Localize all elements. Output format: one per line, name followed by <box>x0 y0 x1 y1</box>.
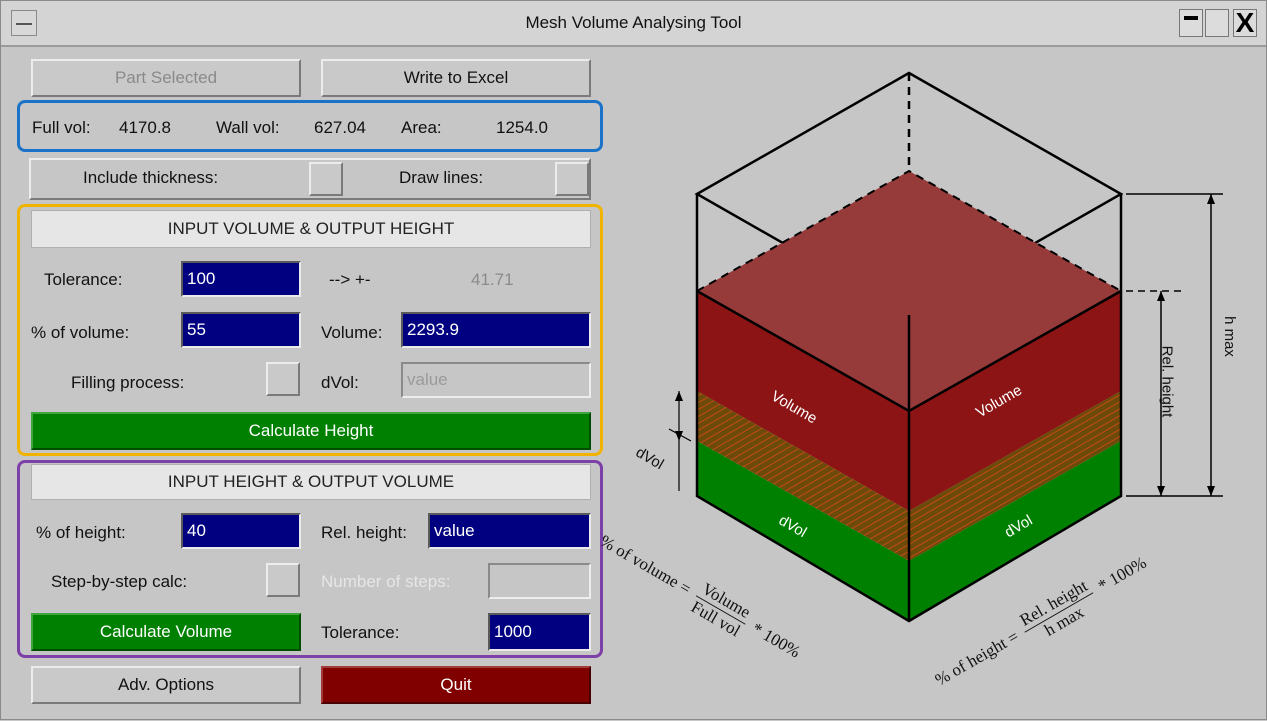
include-thickness-label: Include thickness: <box>83 168 219 187</box>
part-selected-button[interactable]: Part Selected <box>31 59 301 97</box>
adv-options-button[interactable]: Adv. Options <box>31 666 301 704</box>
draw-lines-label: Draw lines: <box>399 168 484 187</box>
calculate-volume-button[interactable]: Calculate Volume <box>31 613 301 651</box>
diagram-h-max-label: h max <box>1220 316 1238 357</box>
height-tolerance-input[interactable]: 1000 <box>488 613 591 651</box>
step-by-step-label: Step-by-step calc: <box>51 572 188 591</box>
left-volume-face <box>697 291 909 511</box>
dvol-input[interactable]: value <box>401 362 591 398</box>
minimize-button[interactable] <box>1179 9 1203 37</box>
diagram-dvol-left: dVol <box>775 511 810 542</box>
area-label: Area: <box>401 118 442 137</box>
diagram-volume-right: Volume <box>973 381 1025 422</box>
volume-formula-lhs: % of volume = <box>596 531 695 599</box>
diagram-volume-left: Volume <box>768 387 820 428</box>
rel-height-label: Rel. height: <box>321 523 407 542</box>
filling-process-label: Filling process: <box>71 373 185 392</box>
height-formula-tail: * 100% <box>1094 552 1150 596</box>
volume-label: Volume: <box>321 323 383 342</box>
full-vol-label: Full vol: <box>32 118 91 137</box>
tolerance-label: Tolerance: <box>44 270 123 289</box>
step-by-step-checkbox[interactable] <box>266 563 300 597</box>
box-top-face <box>694 71 1124 317</box>
pct-volume-input[interactable]: 55 <box>181 312 301 348</box>
tolerance-result-value: 41.71 <box>471 270 514 289</box>
window-title: Mesh Volume Analysing Tool <box>525 13 742 32</box>
calculate-height-button[interactable]: Calculate Height <box>31 412 591 450</box>
diagram-dvol-side-label: dVol <box>632 443 667 474</box>
maximize-button[interactable] <box>1205 9 1229 37</box>
height-formula-lhs: % of height = <box>931 626 1022 690</box>
full-vol-value: 4170.8 <box>119 118 171 137</box>
rel-height-field[interactable]: value <box>428 513 591 549</box>
height-tolerance-label: Tolerance: <box>321 623 400 642</box>
write-to-excel-button[interactable]: Write to Excel <box>321 59 591 97</box>
wall-vol-label: Wall vol: <box>216 118 280 137</box>
tolerance-input[interactable]: 100 <box>181 261 301 297</box>
height-section-header: INPUT HEIGHT & OUTPUT VOLUME <box>31 464 591 500</box>
pct-height-input[interactable]: 40 <box>181 513 301 549</box>
app-window: Mesh Volume Analysing Tool X Part Select… <box>0 0 1267 720</box>
diagram-dvol-right: dVol <box>1001 511 1036 542</box>
number-of-steps-input[interactable] <box>488 563 591 599</box>
number-of-steps-label: Number of steps: <box>321 572 451 591</box>
volume-formula-tail: * 100% <box>748 618 804 662</box>
include-thickness-checkbox[interactable] <box>309 162 343 196</box>
filling-process-checkbox[interactable] <box>266 362 300 396</box>
pct-volume-label: % of volume: <box>31 323 130 342</box>
diagram-rel-height-label: Rel. height <box>1158 345 1176 418</box>
pct-height-label: % of height: <box>36 523 126 542</box>
volume-section-header: INPUT VOLUME & OUTPUT HEIGHT <box>31 210 591 248</box>
quit-button[interactable]: Quit <box>321 666 591 704</box>
volume-formula: % of volume = Volume Full vol * 100% <box>591 523 809 672</box>
close-icon: X <box>1235 7 1255 38</box>
draw-lines-checkbox[interactable] <box>555 162 589 196</box>
fill-surface <box>697 171 1121 411</box>
title-bar: Mesh Volume Analysing Tool X <box>1 1 1266 47</box>
height-formula: % of height = Rel. height h max * 100% <box>927 545 1156 701</box>
wall-vol-value: 627.04 <box>314 118 366 137</box>
volume-output-field[interactable]: 2293.9 <box>401 312 591 348</box>
close-button[interactable]: X <box>1233 9 1257 37</box>
area-value: 1254.0 <box>496 118 548 137</box>
tolerance-arrow-label: --> +- <box>329 270 371 289</box>
dvol-label: dVol: <box>321 373 359 392</box>
